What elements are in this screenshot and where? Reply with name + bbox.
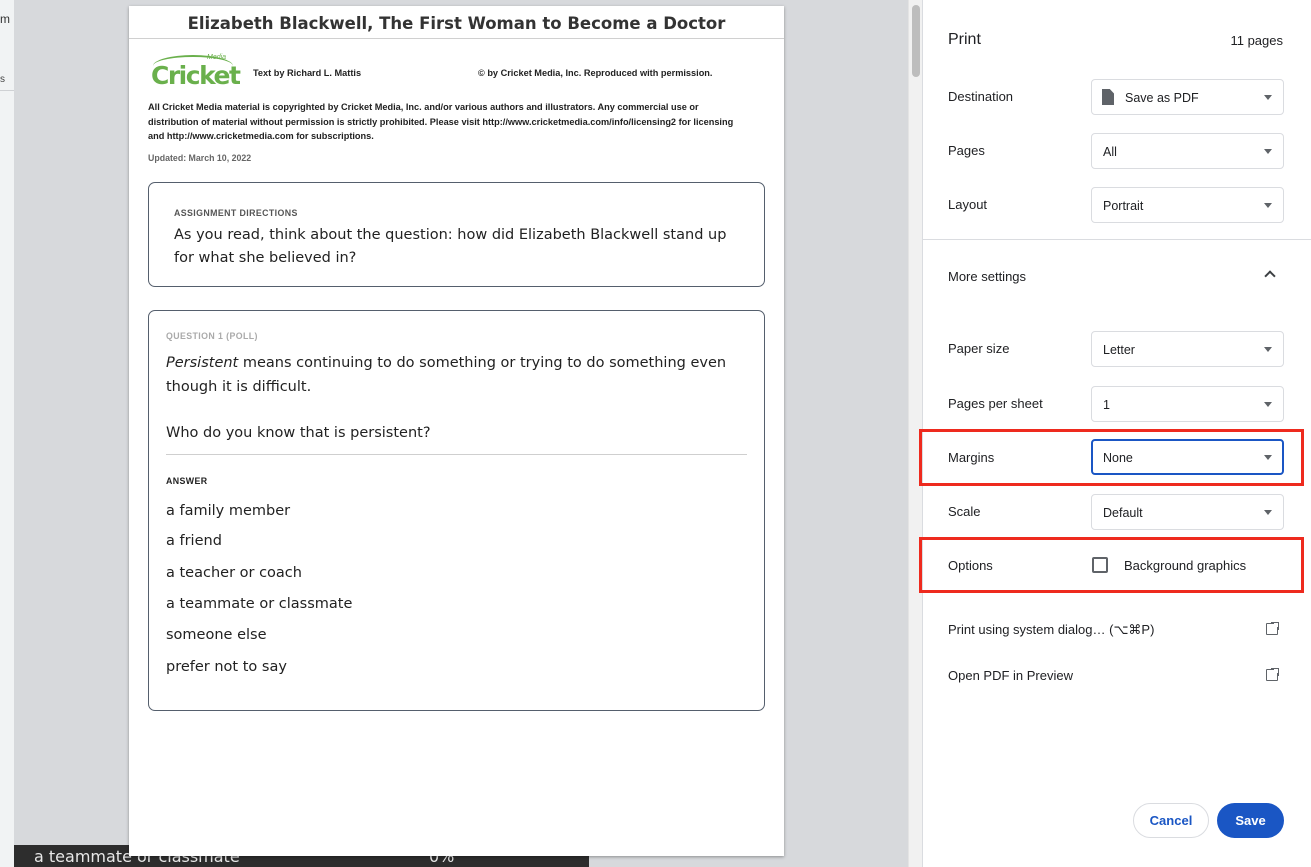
question-card: QUESTION 1 (POLL) Persistent means conti… <box>148 310 765 711</box>
document-title: Elizabeth Blackwell, The First Woman to … <box>187 14 726 33</box>
answer-label: ANSWER <box>166 476 208 486</box>
paper-size-label: Paper size <box>948 341 1010 356</box>
destination-label: Destination <box>948 89 1014 104</box>
dropdown-caret-icon <box>1264 510 1272 515</box>
author-byline: Text by Richard L. Mattis <box>253 68 362 78</box>
pages-per-sheet-label: Pages per sheet <box>948 396 1043 411</box>
system-dialog-link[interactable]: Print using system dialog… (⌥⌘P) <box>948 622 1154 638</box>
question-text: Persistent means continuing to do someth… <box>166 351 746 399</box>
question-label: QUESTION 1 (POLL) <box>166 331 258 341</box>
answer-option: prefer not to say <box>166 659 287 675</box>
cricket-media-logo: Media Cricket <box>151 53 241 93</box>
directions-label: ASSIGNMENT DIRECTIONS <box>174 208 298 218</box>
open-external-icon[interactable] <box>1266 667 1280 681</box>
assignment-directions-card: ASSIGNMENT DIRECTIONS As you read, think… <box>148 182 765 287</box>
scale-select[interactable]: Default <box>1091 494 1284 530</box>
paper-size-select[interactable]: Letter <box>1091 331 1284 367</box>
question-prompt: Who do you know that is persistent? <box>166 425 431 441</box>
scale-value: Default <box>1103 506 1143 520</box>
layout-label: Layout <box>948 197 988 212</box>
answer-option: a teacher or coach <box>166 565 302 581</box>
paper-size-value: Letter <box>1103 343 1135 357</box>
answer-option: a teammate or classmate <box>166 596 353 612</box>
pages-value: All <box>1103 145 1117 159</box>
pages-label: Pages <box>948 143 985 158</box>
background-text-fragment: s <box>0 74 5 85</box>
margins-highlight-box <box>919 429 1304 486</box>
dropdown-caret-icon <box>1264 402 1272 407</box>
pages-per-sheet-select[interactable]: 1 <box>1091 386 1284 422</box>
answer-option: a friend <box>166 533 222 549</box>
scrollbar-thumb[interactable] <box>912 5 920 77</box>
background-divider <box>0 90 14 91</box>
options-highlight-box <box>919 537 1304 593</box>
pages-per-sheet-value: 1 <box>1103 398 1110 412</box>
title-divider <box>129 38 784 39</box>
cancel-button[interactable]: Cancel <box>1133 803 1209 838</box>
more-settings-toggle[interactable]: More settings <box>948 269 1026 284</box>
directions-text: As you read, think about the question: h… <box>174 227 727 266</box>
scale-label: Scale <box>948 504 981 519</box>
layout-select[interactable]: Portrait <box>1091 187 1284 223</box>
panel-divider <box>923 239 1311 240</box>
destination-value: Save as PDF <box>1125 91 1199 105</box>
background-text-fragment: m <box>0 12 10 26</box>
pages-select[interactable]: All <box>1091 133 1284 169</box>
dropdown-caret-icon <box>1264 149 1272 154</box>
open-external-icon[interactable] <box>1266 621 1280 635</box>
dropdown-caret-icon <box>1264 95 1272 100</box>
dropdown-caret-icon <box>1264 347 1272 352</box>
chevron-up-icon[interactable] <box>1264 270 1276 282</box>
logo-media-text: Media <box>207 54 227 61</box>
copyright-notice: All Cricket Media material is copyrighte… <box>148 102 734 141</box>
question-term: Persistent <box>166 355 239 371</box>
updated-date: Updated: March 10, 2022 <box>148 153 252 163</box>
save-button[interactable]: Save <box>1217 803 1284 838</box>
dropdown-caret-icon <box>1264 203 1272 208</box>
print-preview-page: Elizabeth Blackwell, The First Woman to … <box>129 6 784 856</box>
destination-select[interactable]: Save as PDF <box>1091 79 1284 115</box>
document-icon <box>1102 89 1114 105</box>
answer-option: a family member <box>166 503 291 519</box>
background-page-edge: m s <box>0 0 14 867</box>
copyright-line: © by Cricket Media, Inc. Reproduced with… <box>478 68 713 78</box>
question-divider <box>166 454 747 455</box>
page-count: 11 pages <box>1230 33 1283 48</box>
answer-option: someone else <box>166 627 267 643</box>
question-definition: means continuing to do something or tryi… <box>166 355 727 395</box>
logo-wordmark: Cricket <box>151 61 241 90</box>
layout-value: Portrait <box>1103 199 1144 213</box>
open-pdf-preview-link[interactable]: Open PDF in Preview <box>948 668 1073 683</box>
print-title: Print <box>948 31 981 48</box>
